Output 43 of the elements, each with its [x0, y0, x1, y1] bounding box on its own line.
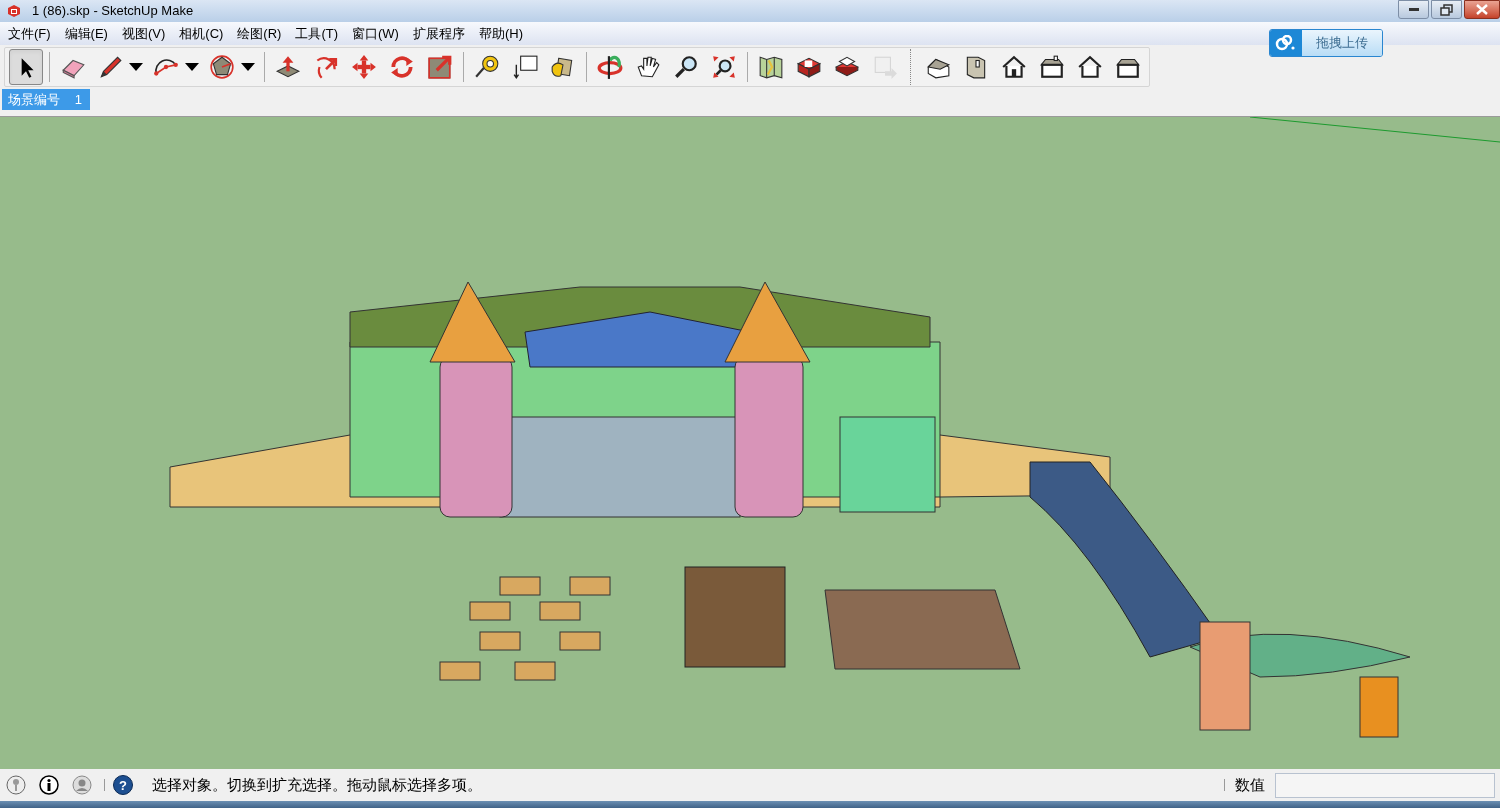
orbit-icon: [597, 53, 623, 80]
location-icon[interactable]: [6, 775, 26, 795]
cloud-link-icon: [1270, 30, 1302, 56]
rotate-icon: [389, 53, 415, 80]
upload-button[interactable]: 拖拽上传: [1302, 30, 1382, 56]
window-title: 1 (86).skp - SketchUp Make: [32, 2, 194, 21]
menu-item[interactable]: 工具(T): [289, 21, 344, 46]
house-icon: [1001, 53, 1027, 80]
user-icon[interactable]: [72, 775, 92, 795]
menu-item[interactable]: 窗口(W): [346, 21, 405, 46]
scale-icon: [427, 53, 453, 80]
menu-item[interactable]: 编辑(E): [58, 21, 114, 46]
minimize-button[interactable]: [1398, 0, 1429, 19]
tape-measure-icon: [474, 53, 500, 80]
menu-item[interactable]: 文件(F): [2, 21, 57, 46]
pencil-icon: [97, 53, 123, 80]
upload-widget[interactable]: 拖拽上传: [1269, 29, 1383, 57]
house-icon: [1077, 53, 1103, 80]
status-message: 选择对象。切换到扩充选择。拖动鼠标选择多项。: [152, 774, 482, 795]
menu-item[interactable]: 视图(V): [115, 21, 172, 46]
text-label-icon: [512, 53, 538, 80]
restore-button[interactable]: [1431, 0, 1462, 19]
close-button[interactable]: [1464, 0, 1500, 19]
restore-icon: [1440, 3, 1453, 16]
minimize-icon: [1408, 8, 1419, 11]
caret-icon: [185, 62, 199, 71]
menu-item[interactable]: 相机(C): [173, 21, 230, 46]
caret-icon: [129, 62, 143, 71]
house-icon: [1039, 53, 1065, 80]
app-logo-icon: [6, 3, 22, 19]
close-icon: [1476, 4, 1488, 15]
help-button[interactable]: ?: [113, 775, 133, 795]
move-arrows-icon: [351, 53, 377, 80]
measurements-field[interactable]: [1275, 772, 1495, 798]
menu-item[interactable]: 帮助(H): [472, 21, 529, 46]
menu-item[interactable]: 扩展程序: [406, 21, 471, 46]
caret-icon: [241, 62, 255, 71]
tool-button[interactable]: [9, 48, 43, 85]
zoom-extents-icon: [711, 53, 737, 80]
magnifier-icon: [673, 53, 699, 80]
measurements-label: 数值: [1235, 774, 1265, 795]
menu-item[interactable]: 绘图(R): [231, 21, 288, 46]
info-icon[interactable]: [39, 775, 59, 795]
